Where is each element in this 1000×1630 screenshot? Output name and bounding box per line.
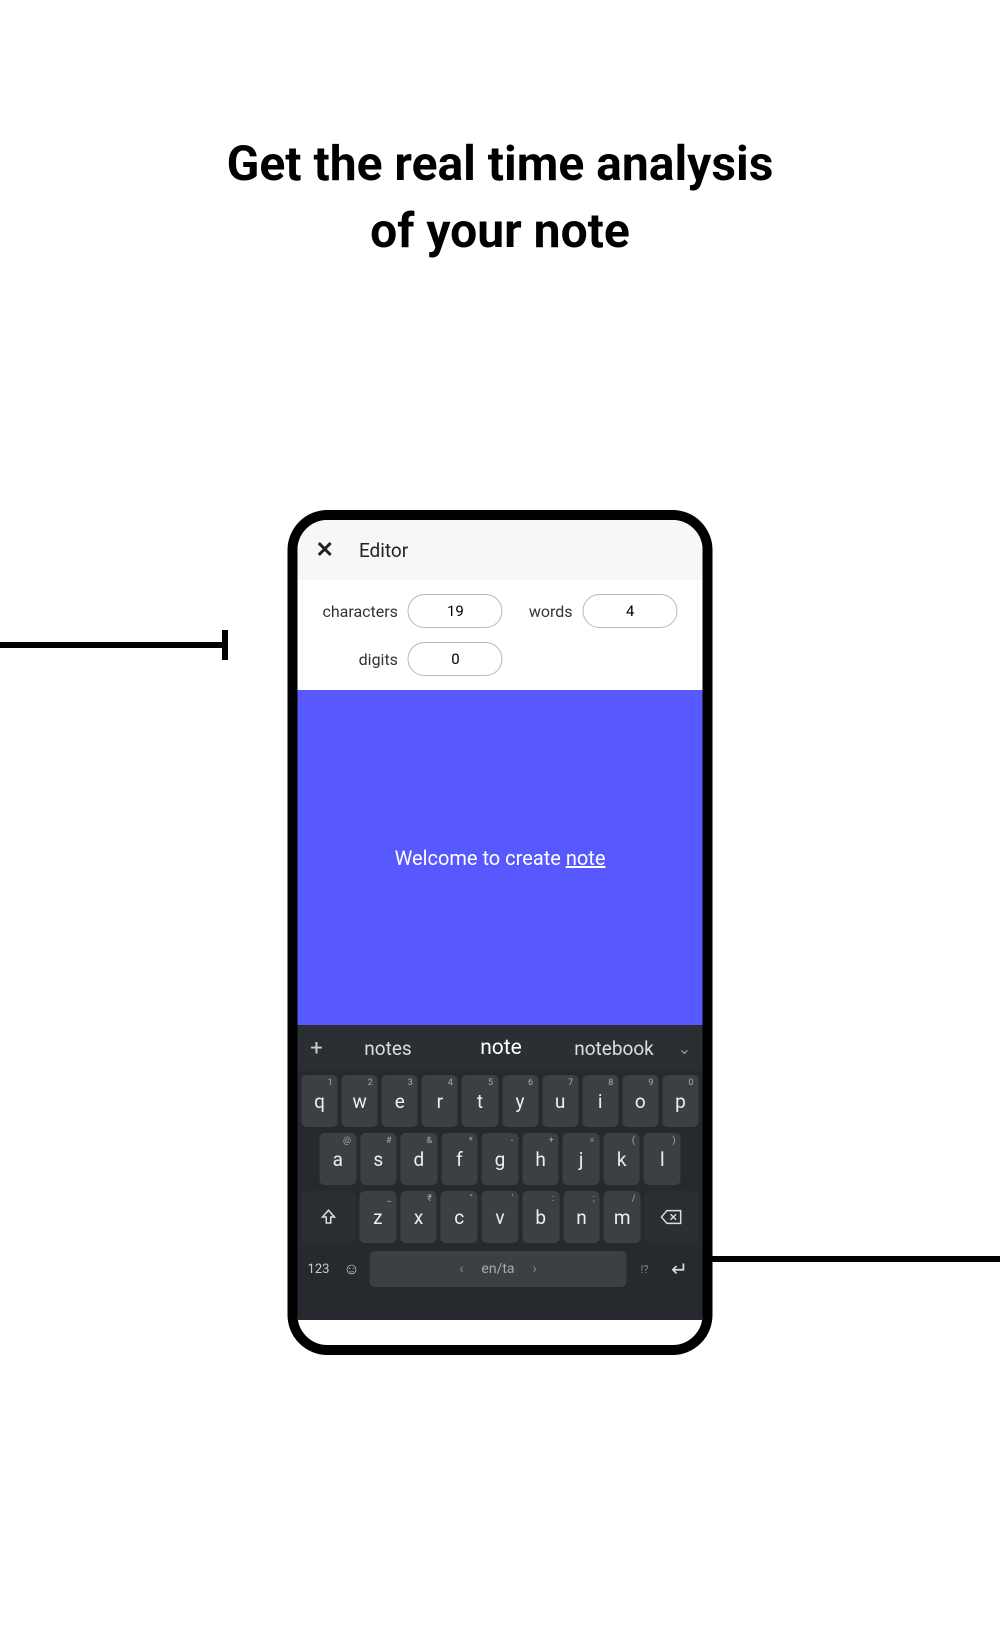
chevron-down-icon[interactable]: ⌄ [673, 1039, 697, 1058]
callout-line-left [0, 642, 225, 648]
key-n[interactable]: ;n [563, 1191, 600, 1243]
key-o[interactable]: 9o [622, 1075, 658, 1127]
header-title: Editor [359, 539, 408, 562]
key-g[interactable]: -g [482, 1133, 519, 1185]
close-icon[interactable]: ✕ [316, 538, 334, 563]
key-x[interactable]: ₹x [400, 1191, 437, 1243]
promo-heading: Get the real time analysis of your note [0, 130, 1000, 264]
key-b[interactable]: :b [522, 1191, 559, 1243]
callout-line-right [680, 1256, 1000, 1262]
suggestion-bar: + notes note notebook ⌄ [298, 1025, 703, 1071]
characters-value: 19 [408, 594, 503, 628]
key-k[interactable]: (k [603, 1133, 640, 1185]
shift-key[interactable] [302, 1191, 356, 1243]
app-header: ✕ Editor [298, 520, 703, 580]
key-row-2: @a#s&d*f-g+h=j(k)l [302, 1133, 699, 1185]
backspace-key[interactable] [645, 1191, 699, 1243]
suggestion-2[interactable]: note [447, 1036, 556, 1060]
suggestion-3[interactable]: notebook [560, 1037, 669, 1060]
key-row-3: _z₹x"c'v:b;n/m [302, 1191, 699, 1243]
keyboard-bottom-row: 123 ☺ ‹ en/ta › !? ↵ [298, 1245, 703, 1293]
editor-textarea[interactable]: Welcome to create note [298, 690, 703, 1025]
key-j[interactable]: =j [563, 1133, 600, 1185]
key-c[interactable]: "c [441, 1191, 478, 1243]
key-t[interactable]: 5t [462, 1075, 498, 1127]
key-r[interactable]: 4r [422, 1075, 458, 1127]
emoji-icon[interactable]: ☺ [340, 1259, 364, 1279]
key-h[interactable]: +h [522, 1133, 559, 1185]
suggestion-1[interactable]: notes [334, 1037, 443, 1060]
key-w[interactable]: 2w [342, 1075, 378, 1127]
key-p[interactable]: 0p [662, 1075, 698, 1127]
key-z[interactable]: _z [359, 1191, 396, 1243]
soft-keyboard: + notes note notebook ⌄ 1q2w3e4r5t6y7u8i… [298, 1025, 703, 1320]
key-row-1: 1q2w3e4r5t6y7u8i9o0p [302, 1075, 699, 1127]
words-label: words [516, 602, 583, 621]
key-u[interactable]: 7u [542, 1075, 578, 1127]
key-a[interactable]: @a [319, 1133, 356, 1185]
enter-key[interactable]: ↵ [663, 1257, 697, 1281]
editor-text: Welcome to create note [395, 846, 606, 870]
key-e[interactable]: 3e [382, 1075, 418, 1127]
key-m[interactable]: /m [604, 1191, 641, 1243]
key-y[interactable]: 6y [502, 1075, 538, 1127]
shift-icon [320, 1208, 338, 1226]
digits-label: digits [310, 650, 408, 669]
backspace-icon [661, 1209, 683, 1225]
key-i[interactable]: 8i [582, 1075, 618, 1127]
digits-value: 0 [408, 642, 503, 676]
phone-frame: ✕ Editor characters 19 words 4 digits 0 … [288, 510, 713, 1355]
words-value: 4 [583, 594, 678, 628]
plus-icon[interactable]: + [304, 1036, 330, 1061]
key-d[interactable]: &d [401, 1133, 438, 1185]
key-f[interactable]: *f [441, 1133, 478, 1185]
space-key[interactable]: ‹ en/ta › [370, 1251, 627, 1287]
key-s[interactable]: #s [360, 1133, 397, 1185]
punctuation-key[interactable]: !? [633, 1263, 657, 1276]
key-q[interactable]: 1q [302, 1075, 338, 1127]
key-l[interactable]: )l [644, 1133, 681, 1185]
characters-label: characters [310, 602, 408, 621]
key-v[interactable]: 'v [482, 1191, 519, 1243]
numbers-key[interactable]: 123 [304, 1262, 334, 1277]
stats-panel: characters 19 words 4 digits 0 [298, 580, 703, 690]
